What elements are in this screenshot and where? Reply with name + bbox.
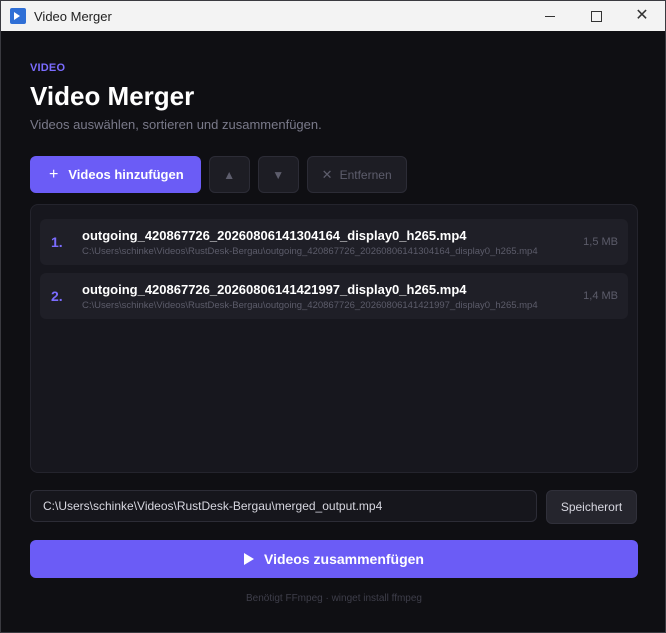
item-index: 1. — [51, 234, 63, 250]
app-icon — [10, 8, 26, 24]
video-list: 1. outgoing_420867726_20260806141304164_… — [30, 204, 638, 473]
add-videos-label: Videos hinzufügen — [68, 167, 184, 182]
close-icon: ✕ — [635, 7, 649, 24]
window-title: Video Merger — [34, 8, 112, 24]
window-controls: ✕ — [527, 1, 665, 31]
save-location-button[interactable]: Speicherort — [546, 490, 637, 524]
title-bar: Video Merger ✕ — [1, 1, 665, 31]
close-button[interactable]: ✕ — [619, 1, 665, 31]
section-tag: VIDEO — [30, 62, 66, 74]
item-filename: outgoing_420867726_20260806141304164_dis… — [82, 228, 467, 243]
output-row: Speicherort — [30, 490, 638, 524]
footer-note: Benötigt FFmpeg · winget install ffmpeg — [245, 593, 422, 604]
move-up-button[interactable]: ▲ — [208, 156, 250, 193]
item-filename: outgoing_420867726_20260806141421997_dis… — [82, 282, 467, 297]
list-item[interactable]: 2. outgoing_420867726_20260806141421997_… — [40, 273, 628, 319]
add-videos-button[interactable]: + Videos hinzufügen — [30, 156, 201, 193]
minimize-button[interactable] — [527, 1, 573, 31]
maximize-button[interactable] — [573, 1, 619, 31]
move-down-button[interactable]: ▼ — [257, 156, 299, 193]
remove-icon: ✕ — [321, 166, 333, 182]
list-item[interactable]: 1. outgoing_420867726_20260806141304164_… — [40, 219, 628, 265]
arrow-up-icon: ▲ — [223, 167, 236, 182]
item-index: 2. — [51, 288, 63, 304]
item-filesize: 1,4 MB — [583, 290, 618, 302]
minimize-icon — [545, 15, 555, 17]
page-subtitle: Videos auswählen, sortieren und zusammen… — [30, 117, 322, 132]
plus-icon: + — [49, 165, 59, 183]
merge-label: Videos zusammenfügen — [263, 551, 424, 567]
remove-button[interactable]: ✕ Entfernen — [306, 156, 407, 193]
page-title: Video Merger — [30, 81, 195, 111]
output-path-input[interactable] — [30, 490, 537, 522]
item-filepath: C:\Users\schinke\Videos\RustDesk-Bergau\… — [82, 300, 538, 311]
play-icon — [243, 553, 254, 565]
merge-videos-button[interactable]: Videos zusammenfügen — [30, 540, 638, 578]
item-filesize: 1,5 MB — [583, 236, 618, 248]
remove-label: Entfernen — [339, 167, 392, 182]
item-filepath: C:\Users\schinke\Videos\RustDesk-Bergau\… — [82, 246, 538, 257]
toolbar: + Videos hinzufügen ▲ ▼ ✕ Entfernen — [30, 156, 407, 193]
maximize-icon — [590, 10, 602, 22]
arrow-down-icon: ▼ — [272, 167, 285, 182]
app-window: Video Merger ✕ VIDEO Video Merger Videos… — [0, 0, 666, 633]
